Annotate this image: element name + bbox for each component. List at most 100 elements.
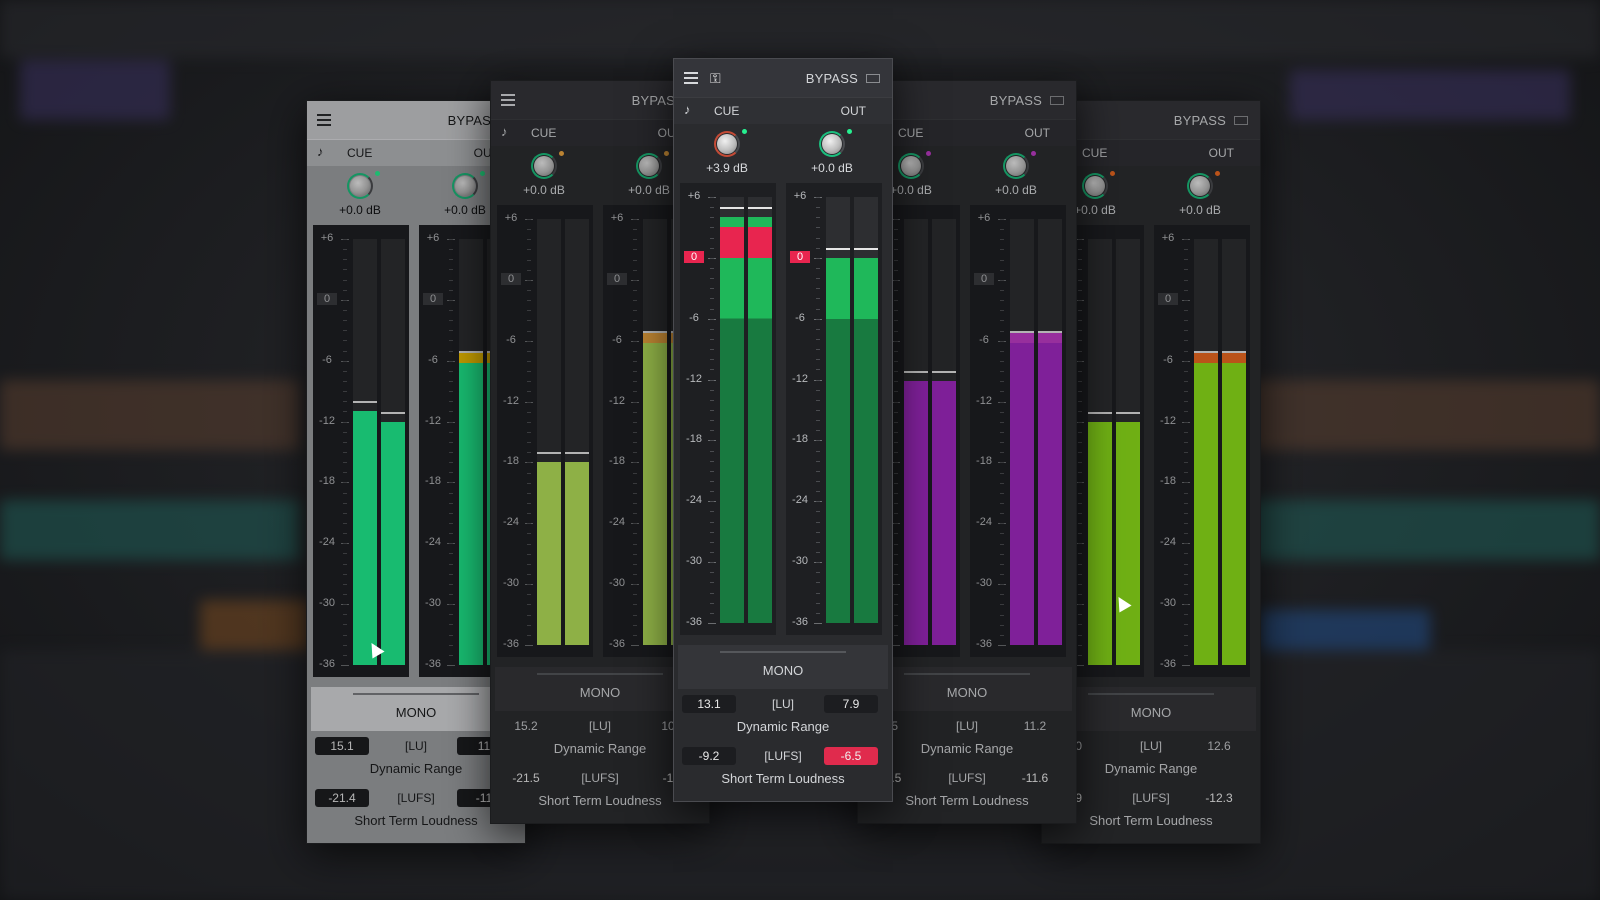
scale-minor-tick — [527, 513, 531, 515]
scale-label: -6 — [795, 311, 805, 324]
scale-minor-tick — [343, 492, 347, 494]
scale-minor-tick — [633, 452, 637, 454]
scale-minor-tick — [1000, 533, 1004, 535]
scale-minor-tick — [894, 269, 898, 271]
scale-minor-tick — [449, 492, 453, 494]
lufs-unit: [LUFS] — [397, 791, 435, 805]
meter-bar-fill — [353, 411, 377, 665]
cue-gain-knob[interactable] — [901, 156, 921, 176]
meter-bar-fill — [1116, 421, 1140, 665]
daw-track-clip — [0, 380, 300, 450]
out-gain-knob[interactable] — [1190, 176, 1210, 196]
bypass-toggle[interactable] — [1234, 116, 1248, 125]
scale-minor-tick — [710, 612, 714, 614]
headphone-icon[interactable]: ♪ — [684, 102, 691, 117]
scale-minor-tick — [1184, 431, 1188, 433]
daw-toolbar — [0, 0, 1600, 58]
scale-minor-tick — [343, 634, 347, 636]
scale-minor-tick — [343, 563, 347, 565]
scale-label: -12 — [425, 414, 441, 427]
mono-button[interactable]: MONO — [678, 645, 888, 689]
scale-minor-tick — [527, 320, 531, 322]
mono-button[interactable]: MONO — [1046, 687, 1256, 731]
scale-minor-tick — [1000, 614, 1004, 616]
menu-icon[interactable] — [317, 114, 331, 126]
scale-minor-tick — [343, 401, 347, 403]
scale-minor-tick — [1078, 604, 1082, 606]
cue-gain-knob[interactable] — [717, 134, 737, 154]
scale-label: -36 — [1160, 658, 1176, 670]
key-icon[interactable]: ⚿ — [710, 70, 721, 87]
meter-bar-fill — [643, 340, 667, 645]
out-gain-knob[interactable] — [639, 156, 659, 176]
lu-unit: [LU] — [771, 697, 794, 711]
scale-label: -6 — [979, 333, 989, 346]
scale-minor-tick — [1184, 239, 1188, 240]
bypass-label[interactable]: BYPAS — [632, 93, 675, 108]
scale-minor-tick — [1078, 350, 1082, 352]
cue-gain-knob[interactable] — [1085, 176, 1105, 196]
headphone-icon[interactable]: ♪ — [501, 124, 508, 139]
scale-minor-tick — [1000, 371, 1004, 373]
scale-minor-tick — [894, 462, 898, 464]
cue-label[interactable]: CUE — [714, 104, 739, 118]
mono-button[interactable]: MONO — [862, 667, 1072, 711]
bypass-toggle[interactable] — [1050, 96, 1064, 105]
mono-label[interactable]: MONO — [1046, 705, 1256, 720]
scale-minor-tick — [710, 450, 714, 452]
bypass-label[interactable]: BYPASS — [1174, 113, 1226, 128]
cue-gain-led — [375, 171, 380, 176]
out-gain-knob[interactable] — [455, 176, 475, 196]
scale-minor-tick — [449, 370, 453, 372]
scale-minor-tick — [343, 482, 347, 484]
scale-minor-tick — [527, 381, 531, 383]
menu-icon-line — [317, 124, 331, 126]
scale-minor-tick — [1184, 462, 1188, 464]
mono-label[interactable]: MONO — [678, 663, 888, 678]
lu-unit: [LU] — [404, 739, 427, 753]
bypass-toggle[interactable] — [866, 74, 880, 83]
scale-minor-tick — [894, 320, 898, 322]
cue-label[interactable]: CUE — [1082, 146, 1107, 160]
cue-label[interactable]: CUE — [531, 126, 556, 140]
menu-icon[interactable] — [684, 72, 698, 84]
bypass-label[interactable]: BYPASS — [806, 71, 858, 86]
cue-label[interactable]: CUE — [898, 126, 923, 140]
scale-minor-tick — [710, 288, 714, 290]
scale-minor-tick — [816, 440, 820, 442]
cue-gain-knob[interactable] — [350, 176, 370, 196]
scale-minor-tick — [1184, 594, 1188, 595]
scale-minor-tick — [449, 249, 453, 251]
scale-minor-tick — [1184, 472, 1188, 474]
scale-minor-tick — [816, 257, 820, 259]
scale-minor-tick — [527, 584, 531, 586]
headphone-icon[interactable]: ♪ — [317, 144, 324, 159]
menu-icon[interactable] — [501, 94, 515, 106]
meter-peak-marker — [904, 371, 928, 374]
scale-minor-tick — [1000, 482, 1004, 484]
out-label[interactable]: OUT — [1025, 126, 1050, 140]
scale-minor-tick — [710, 389, 714, 391]
scale-minor-tick — [633, 300, 637, 302]
bypass-label[interactable]: BYPASS — [990, 93, 1042, 108]
scale-minor-tick — [816, 592, 820, 594]
scale-minor-tick — [710, 552, 714, 553]
out-label[interactable]: OUT — [1209, 146, 1234, 160]
scale-minor-tick — [527, 401, 531, 403]
scale-minor-tick — [894, 614, 898, 616]
out-gain-knob[interactable] — [822, 134, 842, 154]
out-gain-knob[interactable] — [1006, 156, 1026, 176]
mono-label[interactable]: MONO — [862, 685, 1072, 700]
scale-minor-tick — [1078, 310, 1082, 311]
scale-minor-tick — [633, 421, 637, 423]
cue-label[interactable]: CUE — [347, 146, 372, 160]
cue-gain-knob[interactable] — [534, 156, 554, 176]
scale-minor-tick — [894, 624, 898, 626]
scale-minor-tick — [1078, 401, 1082, 403]
scale-minor-tick — [633, 320, 637, 322]
out-label[interactable]: OUT — [841, 104, 866, 118]
menu-icon-line — [684, 72, 698, 74]
scale-minor-tick — [1078, 543, 1082, 545]
bypass-label[interactable]: BYPAS — [448, 113, 491, 128]
scale-minor-tick — [894, 229, 898, 231]
